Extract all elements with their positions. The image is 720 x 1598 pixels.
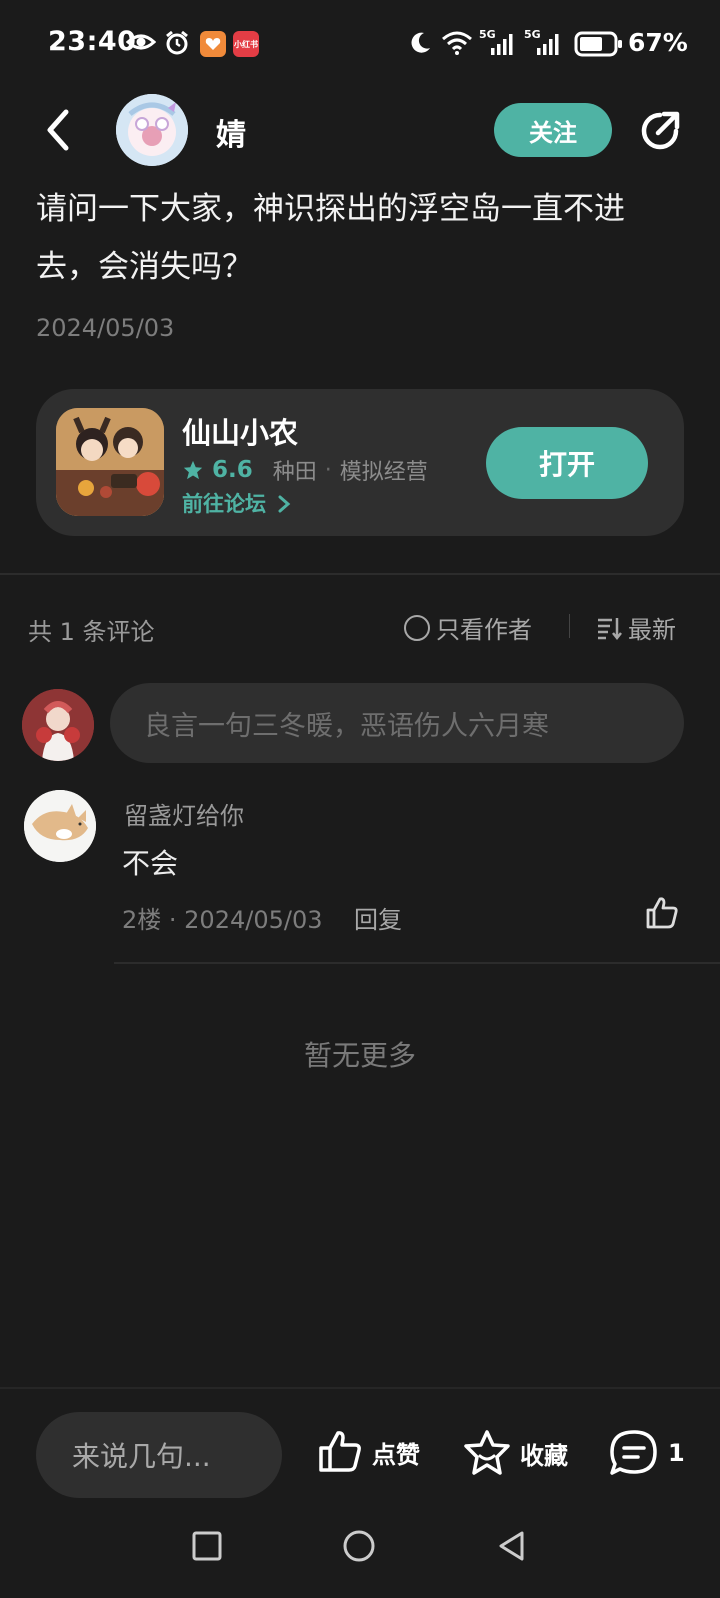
- separator: [569, 614, 570, 638]
- signal-icon: [537, 34, 559, 55]
- comment-meta: 2楼 · 2024/05/03: [122, 906, 323, 934]
- app-icon-orange: [200, 31, 226, 57]
- thumbs-up-icon[interactable]: [316, 1428, 364, 1476]
- divider: [0, 573, 720, 575]
- author-only-label[interactable]: 只看作者: [436, 610, 532, 645]
- star-icon: [183, 460, 203, 480]
- comments-button[interactable]: 1: [608, 1428, 685, 1478]
- comment-divider: [114, 962, 720, 964]
- username[interactable]: 婧: [216, 110, 246, 154]
- comment-username[interactable]: 留盏灯给你: [124, 796, 244, 831]
- status-bar: 23:40 小红书 5G 5G 67%: [0, 0, 720, 88]
- chevron-right-icon: [278, 495, 291, 513]
- app-tag-simulation: 模拟经营: [339, 460, 428, 485]
- signal-icon: [491, 34, 513, 55]
- radio-icon[interactable]: [404, 614, 430, 641]
- favorite-button[interactable]: 收藏: [462, 1428, 568, 1478]
- favorite-label[interactable]: 收藏: [520, 1436, 568, 1471]
- tag-separator: ·: [324, 457, 332, 483]
- follow-button[interactable]: 关注: [494, 103, 612, 157]
- commenter-avatar[interactable]: [24, 790, 96, 862]
- comment-input[interactable]: 良言一句三冬暖，恶语伤人六月寒: [110, 683, 684, 763]
- forum-link[interactable]: 前往论坛: [182, 488, 291, 518]
- battery-percent: 67%: [628, 28, 688, 57]
- forum-link-label[interactable]: 前往论坛: [182, 492, 266, 516]
- comment-count-badge[interactable]: 1: [668, 1439, 685, 1467]
- open-app-button[interactable]: 打开: [486, 427, 648, 499]
- share-icon[interactable]: [636, 107, 684, 155]
- status-time: 23:40: [48, 26, 137, 57]
- app-tag-farming: 种田: [272, 460, 317, 485]
- moon-icon: [411, 32, 430, 53]
- like-label[interactable]: 点赞: [372, 1435, 420, 1470]
- post-date: 2024/05/03: [36, 314, 175, 342]
- bottom-divider: [0, 1387, 720, 1389]
- sort-icon[interactable]: [596, 616, 622, 640]
- battery-icon: [574, 31, 622, 57]
- author-only-toggle[interactable]: 只看作者: [404, 610, 532, 645]
- app-name[interactable]: 仙山小农: [182, 410, 298, 452]
- home-icon[interactable]: [342, 1529, 376, 1563]
- app-rating: 6.6: [212, 457, 253, 483]
- reply-button[interactable]: 回复: [354, 900, 402, 935]
- sort-latest[interactable]: 最新: [596, 610, 676, 645]
- alarm-icon: [166, 30, 188, 55]
- comment-bubble-icon[interactable]: [608, 1428, 660, 1478]
- navigation-bar: [0, 1530, 720, 1590]
- my-avatar[interactable]: [22, 689, 94, 761]
- comment-text: 不会: [122, 847, 179, 880]
- app-icon-red: 小红书: [233, 31, 259, 57]
- post-text: 请问一下大家，神识探出的浮空岛一直不进去，会消失吗？: [36, 191, 625, 285]
- back-arrow-icon[interactable]: [42, 108, 74, 152]
- avatar[interactable]: [116, 94, 188, 166]
- comment-count: 共 1 条评论: [28, 618, 155, 646]
- no-more-label: 暂无更多: [303, 1039, 416, 1072]
- eye-icon: [126, 34, 156, 50]
- like-button[interactable]: 点赞: [316, 1428, 420, 1476]
- bottom-comment-input[interactable]: 来说几句...: [36, 1412, 282, 1498]
- star-icon[interactable]: [462, 1428, 512, 1478]
- wifi-icon: [442, 31, 472, 55]
- mini-app-label: 小红书: [234, 39, 258, 49]
- recent-apps-icon[interactable]: [191, 1530, 223, 1562]
- app-icon[interactable]: [56, 408, 164, 516]
- thumbs-up-icon[interactable]: [644, 895, 680, 931]
- sort-label[interactable]: 最新: [628, 610, 676, 645]
- app-meta: 6.6 种田 · 模拟经营: [182, 454, 428, 486]
- back-icon[interactable]: [496, 1530, 528, 1562]
